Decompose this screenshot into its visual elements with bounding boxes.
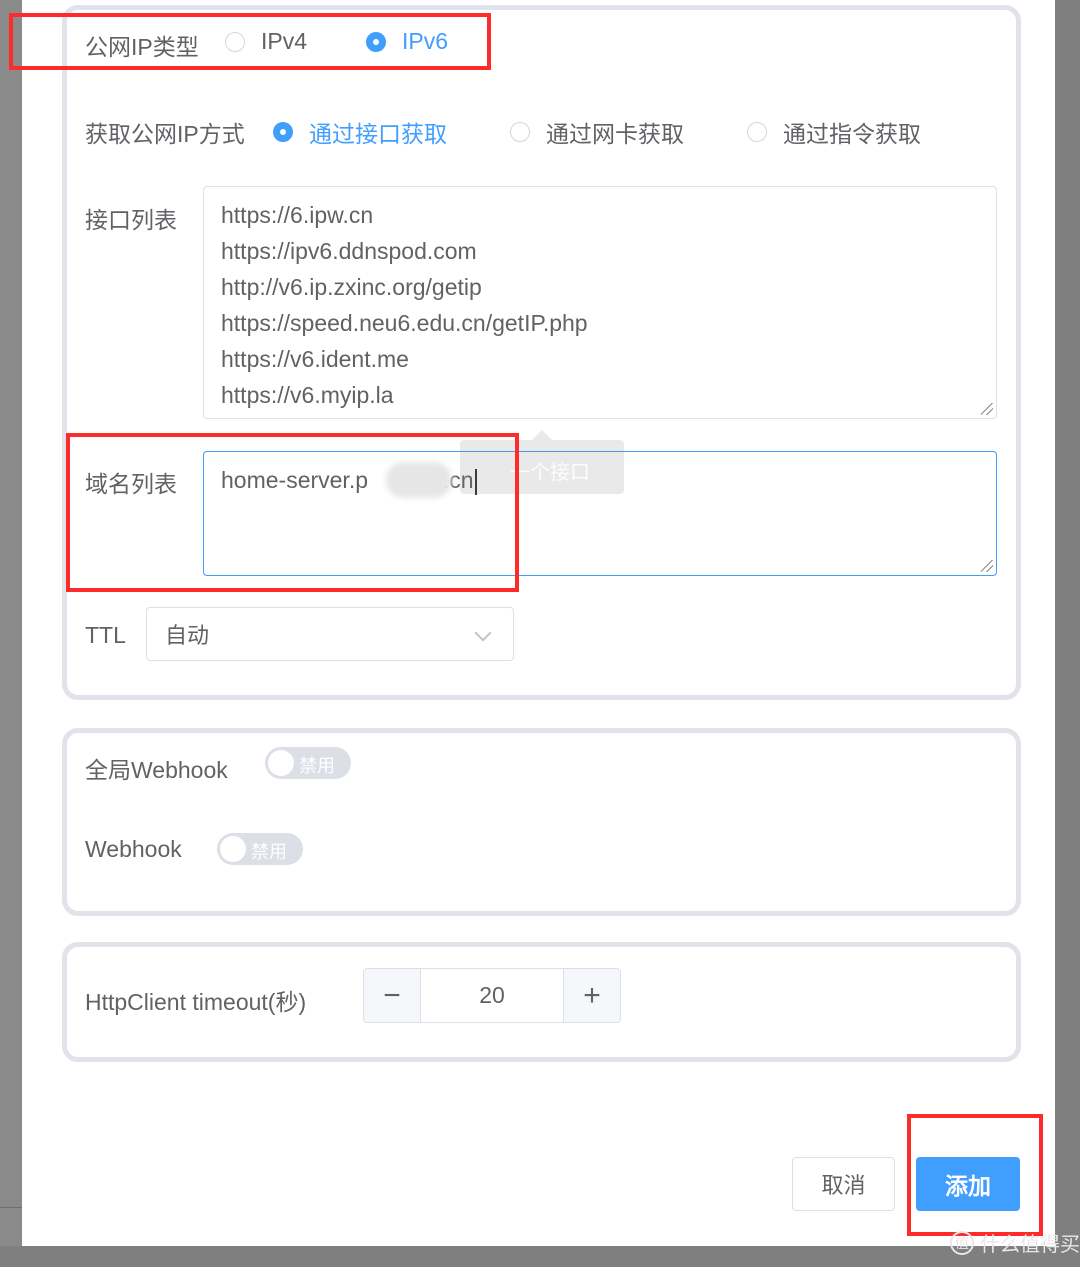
overlay-left	[0, 0, 22, 1267]
fetch-method-label: 获取公网IP方式	[85, 121, 245, 147]
switch-knob	[220, 836, 246, 862]
chevron-down-icon	[474, 624, 492, 642]
overlay-bottom	[0, 1246, 1080, 1267]
radio-dot	[510, 122, 530, 142]
highlight-domain-list	[66, 433, 519, 592]
watermark: 值 什么值得买	[950, 1228, 1080, 1257]
radio-via-command[interactable]: 通过指令获取	[747, 115, 921, 149]
cancel-button[interactable]: 取消	[792, 1157, 895, 1211]
global-webhook-label: 全局Webhook	[85, 757, 228, 783]
timeout-stepper: − 20 +	[363, 968, 621, 1023]
webhook-label: Webhook	[85, 836, 182, 862]
overlay-right	[1055, 0, 1080, 1267]
ttl-label: TTL	[85, 622, 126, 648]
timeout-input[interactable]: 20	[421, 969, 563, 1022]
ttl-select-value: 自动	[165, 623, 210, 648]
tooltip-arrow	[532, 430, 552, 440]
resize-handle-icon[interactable]	[981, 560, 993, 572]
radio-dot	[747, 122, 767, 142]
radio-via-command-label: 通过指令获取	[783, 121, 921, 147]
radio-via-interface[interactable]: 通过接口获取	[273, 115, 447, 149]
radio-via-nic-label: 通过网卡获取	[546, 121, 684, 147]
resize-handle-icon[interactable]	[981, 403, 993, 415]
webhook-state: 禁用	[251, 842, 287, 862]
decrease-button[interactable]: −	[364, 969, 421, 1022]
interface-list-label: 接口列表	[85, 207, 177, 233]
interface-list-textarea[interactable]: https://6.ipw.cn https://ipv6.ddnspod.co…	[203, 186, 997, 419]
radio-via-nic[interactable]: 通过网卡获取	[510, 115, 684, 149]
radio-dot	[273, 122, 293, 142]
watermark-logo-icon: 值	[950, 1230, 974, 1255]
radio-via-interface-label: 通过接口获取	[309, 121, 447, 147]
highlight-ip-type	[9, 13, 491, 70]
tooltip-text: 一个接口	[510, 462, 590, 484]
webhook-switch[interactable]: 禁用	[217, 833, 303, 865]
increase-button[interactable]: +	[563, 969, 620, 1022]
highlight-add-button	[907, 1114, 1043, 1236]
global-webhook-switch[interactable]: 禁用	[265, 747, 351, 779]
ttl-select[interactable]: 自动	[146, 607, 514, 661]
watermark-text: 什么值得买	[980, 1234, 1080, 1256]
global-webhook-state: 禁用	[299, 756, 335, 776]
switch-knob	[268, 750, 294, 776]
http-timeout-label: HttpClient timeout(秒)	[85, 989, 307, 1015]
